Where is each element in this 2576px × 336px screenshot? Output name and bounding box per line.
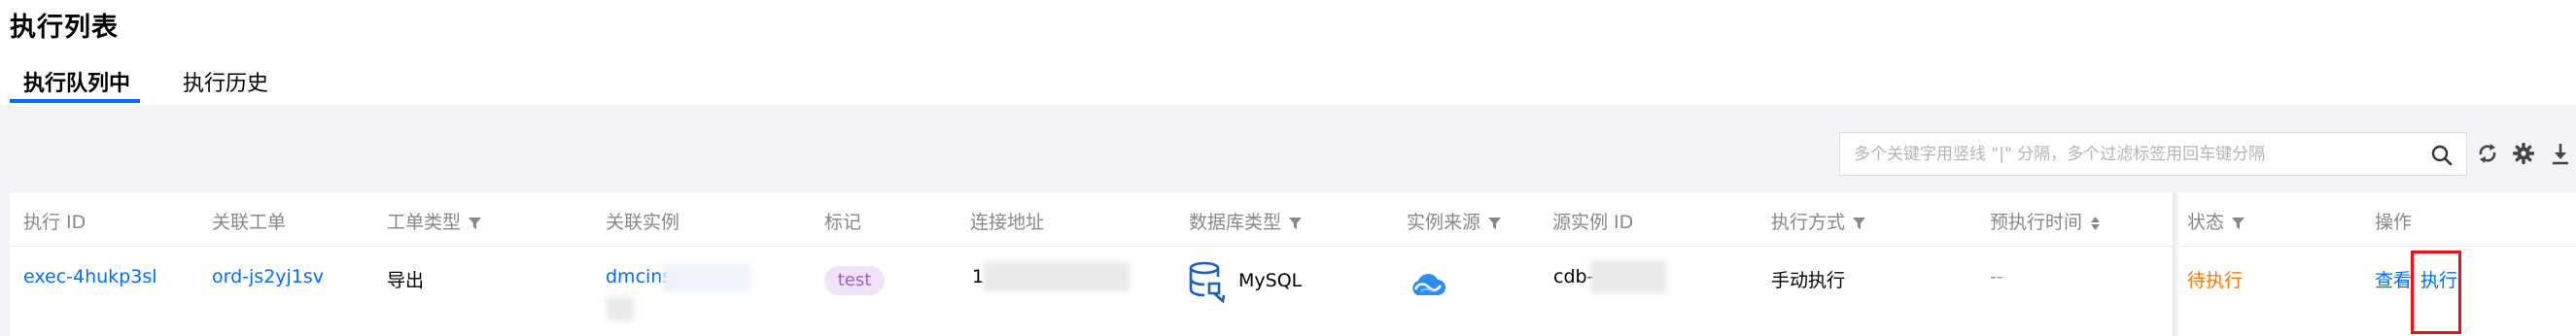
redacted-instance-id	[663, 264, 750, 291]
search-input[interactable]	[1854, 141, 2398, 168]
col-address: 连接地址	[970, 212, 1045, 233]
refresh-icon[interactable]	[2477, 142, 2498, 165]
exec-id-link[interactable]: exec-4hukp3sl	[23, 266, 157, 287]
db-type-label: MySQL	[1238, 270, 1303, 291]
col-exec-mode: 执行方式	[1771, 208, 1866, 234]
col-ticket-type: 工单类型	[387, 208, 482, 234]
table-header: 执行 ID 关联工单 工单类型 关联实例 标记 连接地址 数据库类型 实例来源 …	[10, 192, 2576, 247]
col-status: 状态	[2187, 208, 2245, 234]
col-pre-exec-time: 预执行时间	[1990, 208, 2101, 234]
col-instance: 关联实例	[606, 212, 680, 233]
col-db-type-label: 数据库类型	[1189, 212, 1282, 233]
instance-link[interactable]: dmcins	[606, 266, 672, 287]
col-exec-id: 执行 ID	[23, 212, 87, 233]
status-badge: 待执行	[2187, 270, 2244, 291]
execution-table: 执行 ID 关联工单 工单类型 关联实例 标记 连接地址 数据库类型 实例来源 …	[10, 192, 2576, 336]
filter-icon[interactable]	[2232, 217, 2245, 230]
sort-icon[interactable]	[2090, 216, 2101, 231]
source-instance-value: cdb-	[1553, 266, 1594, 287]
search-icon[interactable]	[2431, 145, 2453, 166]
search-box	[1839, 132, 2467, 176]
filter-icon[interactable]	[1289, 217, 1303, 230]
execute-highlight-box	[2411, 251, 2461, 334]
ticket-type: 导出	[387, 270, 425, 291]
address-value: 1	[972, 266, 985, 287]
col-actions: 操作	[2375, 212, 2413, 233]
exec-mode-value: 手动执行	[1771, 270, 1846, 291]
col-ticket: 关联工单	[212, 212, 287, 233]
page-title: 执行列表	[10, 13, 119, 43]
fixed-column-shadow	[2173, 192, 2180, 336]
col-source-label: 实例来源	[1407, 212, 1481, 233]
database-icon	[1189, 261, 1226, 303]
filter-icon[interactable]	[1488, 217, 1502, 230]
tag-badge: test	[824, 266, 885, 295]
col-exec-mode-label: 执行方式	[1771, 212, 1846, 233]
col-source: 实例来源	[1407, 208, 1502, 234]
col-tag: 标记	[824, 212, 862, 233]
redacted-source-instance	[1590, 260, 1666, 293]
col-status-label: 状态	[2187, 212, 2225, 233]
tab-queue[interactable]: 执行队列中	[23, 66, 130, 97]
settings-icon[interactable]	[2513, 143, 2534, 164]
col-db-type: 数据库类型	[1189, 208, 1303, 234]
col-source-instance: 源实例 ID	[1552, 212, 1634, 233]
filter-icon[interactable]	[1853, 217, 1866, 230]
col-pre-exec-time-label: 预执行时间	[1990, 212, 2083, 233]
filter-icon[interactable]	[469, 217, 482, 230]
ticket-link[interactable]: ord-js2yj1sv	[212, 266, 324, 287]
download-icon[interactable]	[2550, 142, 2571, 165]
redacted-address	[984, 262, 1130, 291]
tab-history[interactable]: 执行历史	[183, 66, 268, 97]
view-button[interactable]: 查看	[2375, 266, 2412, 292]
page-header: 执行列表 执行队列中 执行历史	[0, 0, 2576, 105]
col-ticket-type-label: 工单类型	[387, 212, 462, 233]
cloud-icon	[1412, 274, 1445, 295]
redacted-instance-name	[607, 297, 634, 320]
pre-exec-time-value: --	[1990, 266, 2003, 287]
active-tab-indicator	[10, 99, 140, 103]
